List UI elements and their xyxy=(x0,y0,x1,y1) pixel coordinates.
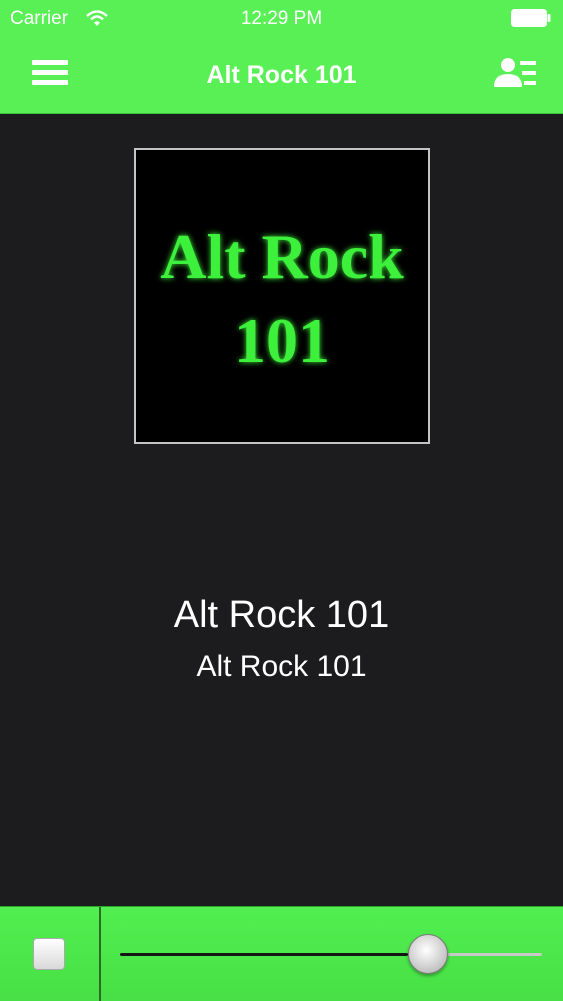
track-title: Alt Rock 101 xyxy=(173,594,390,636)
user-list-icon xyxy=(494,58,536,87)
volume-slider[interactable] xyxy=(120,931,542,977)
page-title: Alt Rock 101 xyxy=(206,61,357,89)
battery-icon xyxy=(511,9,551,27)
stop-button[interactable] xyxy=(33,938,65,970)
station-artwork: Alt Rock 101 xyxy=(134,148,430,444)
volume-track-filled xyxy=(120,953,409,956)
volume-track-empty xyxy=(448,953,542,956)
navigation-bar: Alt Rock 101 xyxy=(0,38,563,114)
clock: 12:29 PM xyxy=(240,8,323,29)
volume-slider-thumb[interactable] xyxy=(408,934,449,974)
profile-list-button[interactable] xyxy=(491,52,543,98)
track-subtitle: Alt Rock 101 xyxy=(196,650,367,683)
now-playing-view: Alt Rock 101 Alt Rock 101 Alt Rock 101 xyxy=(0,114,563,906)
artwork-text-line1: Alt Rock xyxy=(160,221,404,292)
status-bar: Carrier 12:29 PM xyxy=(0,0,563,38)
player-controls xyxy=(0,906,563,1001)
artwork-text-line2: 101 xyxy=(234,305,330,376)
divider xyxy=(99,907,101,1001)
